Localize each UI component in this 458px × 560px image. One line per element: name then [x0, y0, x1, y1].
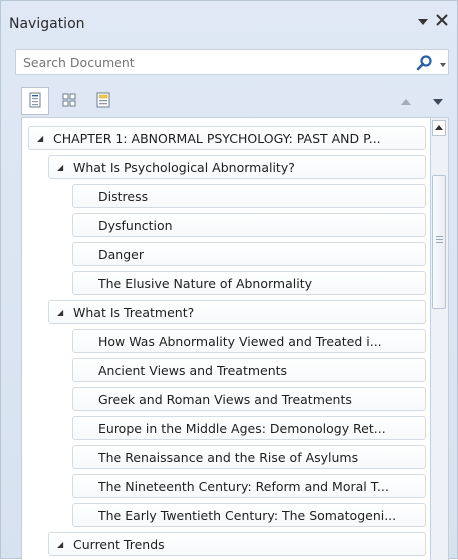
- tree-node-label: Current Trends: [73, 536, 165, 552]
- tree-node-label: CHAPTER 1: ABNORMAL PSYCHOLOGY: PAST AND…: [53, 130, 381, 146]
- previous-result-up-icon[interactable]: [399, 95, 413, 105]
- collapse-triangle-icon[interactable]: ◢: [57, 540, 67, 549]
- collapse-triangle-icon[interactable]: ◢: [57, 163, 67, 172]
- search-icon[interactable]: [415, 54, 433, 72]
- tree-node-chapter[interactable]: ◢ CHAPTER 1: ABNORMAL PSYCHOLOGY: PAST A…: [28, 126, 426, 150]
- close-icon[interactable]: [434, 12, 450, 28]
- tab-results[interactable]: [89, 87, 117, 115]
- pane-options-dropdown-icon[interactable]: [416, 14, 430, 28]
- headings-icon: [28, 92, 42, 111]
- tree-node-label: The Early Twentieth Century: The Somatog…: [98, 507, 397, 523]
- page-thumbnails-icon: [61, 92, 77, 111]
- tree-node-leaf[interactable]: The Nineteenth Century: Reform and Moral…: [72, 474, 426, 498]
- tab-headings[interactable]: [21, 87, 49, 115]
- tree-node-leaf[interactable]: Danger: [72, 242, 426, 266]
- tree-node-leaf[interactable]: Distress: [72, 184, 426, 208]
- tree-node-section[interactable]: ◢ What Is Treatment?: [48, 300, 426, 324]
- grip-line: [436, 236, 443, 237]
- search-options-chevron-down-icon[interactable]: [438, 58, 448, 68]
- tree-node-leaf[interactable]: Greek and Roman Views and Treatments: [72, 387, 426, 411]
- tree-node-label: The Elusive Nature of Abnormality: [98, 275, 313, 291]
- tree-node-section[interactable]: ◢ Current Trends: [48, 532, 426, 556]
- grip-line: [436, 239, 443, 240]
- grip-line: [436, 242, 443, 243]
- tree-node-leaf[interactable]: The Early Twentieth Century: The Somatog…: [72, 503, 426, 527]
- tree-node-label: What Is Treatment?: [73, 304, 195, 320]
- tree-node-section[interactable]: ◢ What Is Psychological Abnormality?: [48, 155, 426, 179]
- tree-node-label: Danger: [98, 246, 144, 262]
- navigation-pane: Navigation Search Document ◢ CHAPTER 1: …: [0, 0, 458, 560]
- scroll-up-button[interactable]: [432, 120, 446, 136]
- tab-pages[interactable]: [55, 87, 83, 115]
- tree-node-label: Dysfunction: [98, 217, 173, 233]
- tree-node-leaf[interactable]: Ancient Views and Treatments: [72, 358, 426, 382]
- tree-node-leaf[interactable]: The Renaissance and the Rise of Asylums: [72, 445, 426, 469]
- tree-node-leaf[interactable]: Dysfunction: [72, 213, 426, 237]
- search-results-icon: [95, 92, 111, 111]
- next-result-down-icon[interactable]: [431, 95, 445, 105]
- tree-node-label: How Was Abnormality Viewed and Treated i…: [98, 333, 382, 349]
- tree-node-label: Ancient Views and Treatments: [98, 362, 288, 378]
- tree-node-label: Distress: [98, 188, 149, 204]
- tree-node-leaf[interactable]: The Elusive Nature of Abnormality: [72, 271, 426, 295]
- tree-node-label: The Nineteenth Century: Reform and Moral…: [98, 478, 389, 494]
- tree-node-leaf[interactable]: Europe in the Middle Ages: Demonology Re…: [72, 416, 426, 440]
- vertical-scrollbar[interactable]: [431, 117, 449, 560]
- headings-tree: ◢ CHAPTER 1: ABNORMAL PSYCHOLOGY: PAST A…: [21, 117, 431, 560]
- scrollbar-thumb[interactable]: [432, 175, 446, 309]
- tree-node-label: Greek and Roman Views and Treatments: [98, 391, 352, 407]
- collapse-triangle-icon[interactable]: ◢: [57, 308, 67, 317]
- title-bar: Navigation: [1, 1, 457, 45]
- collapse-triangle-icon[interactable]: ◢: [37, 134, 47, 143]
- search-input[interactable]: [16, 50, 396, 74]
- search-box: [15, 49, 449, 75]
- tree-node-leaf[interactable]: How Was Abnormality Viewed and Treated i…: [72, 329, 426, 353]
- tree-node-label: The Renaissance and the Rise of Asylums: [98, 449, 359, 465]
- tree-node-label: Europe in the Middle Ages: Demonology Re…: [98, 420, 386, 436]
- tree-node-label: What Is Psychological Abnormality?: [73, 159, 295, 175]
- pane-title: Navigation: [9, 16, 85, 32]
